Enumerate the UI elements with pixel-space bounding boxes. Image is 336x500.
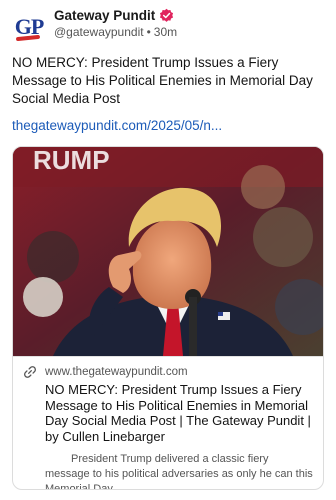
name-row: Gateway Pundit bbox=[54, 8, 177, 23]
link-icon bbox=[24, 366, 36, 378]
avatar[interactable]: GP bbox=[12, 10, 46, 44]
card-description: President Trump delivered a classic fier… bbox=[45, 453, 313, 490]
banner-text: RUMP bbox=[33, 147, 110, 175]
verified-badge-icon bbox=[160, 8, 174, 22]
account-name[interactable]: Gateway Pundit bbox=[54, 8, 155, 23]
card-photo: RUMP bbox=[13, 147, 323, 356]
card-domain: www.thegatewaypundit.com bbox=[45, 366, 188, 378]
account-meta: @gatewaypundit • 30m bbox=[54, 25, 177, 39]
link-preview-card[interactable]: RUMP www.thegatewaypundit.com NO MERCY: … bbox=[12, 146, 324, 490]
post-text: NO MERCY: President Trump Issues a Fiery… bbox=[12, 55, 313, 106]
account-identity: Gateway Pundit @gatewaypundit • 30m bbox=[54, 8, 177, 39]
post-header: GP Gateway Pundit @gatewaypundit • 30m bbox=[12, 8, 324, 48]
card-image[interactable]: RUMP bbox=[13, 147, 323, 356]
card-title: NO MERCY: President Trump Issues a Fiery… bbox=[45, 382, 311, 444]
account-handle[interactable]: @gatewaypundit bbox=[54, 25, 144, 39]
post-time[interactable]: 30m bbox=[154, 25, 177, 39]
domain-row: www.thegatewaypundit.com bbox=[23, 365, 313, 379]
meta-separator: • bbox=[146, 25, 151, 39]
card-info[interactable]: www.thegatewaypundit.com NO MERCY: Presi… bbox=[13, 356, 323, 490]
post-link[interactable]: thegatewaypundit.com/2025/05/n... bbox=[12, 118, 324, 133]
